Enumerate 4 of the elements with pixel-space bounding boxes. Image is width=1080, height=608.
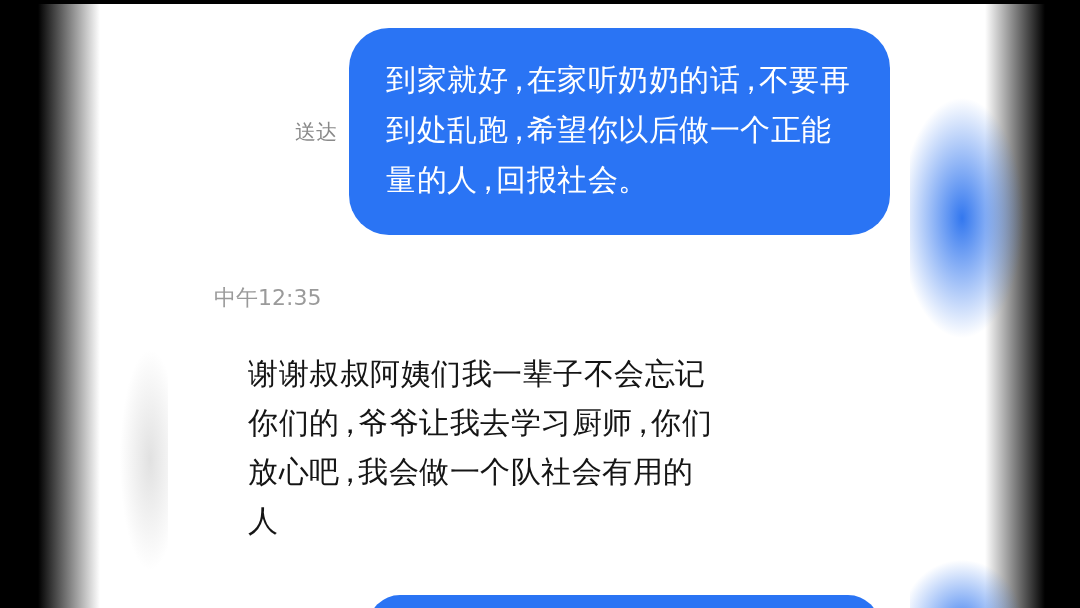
- message-bubble: 到家就好，在家听奶奶的话，不要再到处乱跑，希望你以后做一个正能量的人，回报社会。: [349, 28, 890, 235]
- message-text: 谢谢叔叔阿姨们我一辈子不会忘记你们的，爷爷让我去学习厨师，你们放心吧，我会做一个队社会有用的人: [248, 355, 713, 540]
- timestamp: 中午12:35: [214, 284, 322, 312]
- delivery-status: 送达: [295, 118, 337, 146]
